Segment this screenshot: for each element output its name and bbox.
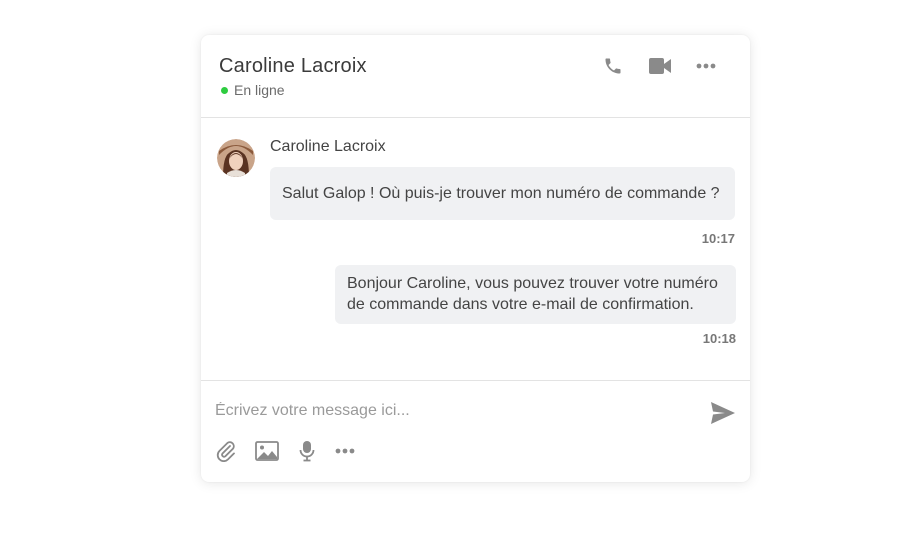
contact-name: Caroline Lacroix xyxy=(219,55,367,77)
microphone-icon xyxy=(299,441,315,462)
video-call-button[interactable] xyxy=(646,55,674,77)
status-label: En ligne xyxy=(234,82,285,98)
message-input[interactable] xyxy=(215,399,685,423)
insert-image-button[interactable] xyxy=(255,440,279,462)
message-timestamp: 10:18 xyxy=(702,331,736,346)
phone-icon xyxy=(605,58,621,74)
paperclip-icon xyxy=(216,441,235,462)
message-timestamp: 10:17 xyxy=(701,231,735,246)
send-button[interactable] xyxy=(710,401,736,425)
incoming-message-bubble: Salut Galop ! Où puis-je trouver mon num… xyxy=(270,167,735,220)
chat-window: Caroline Lacroix En ligne Caroline Lacro… xyxy=(201,35,750,482)
online-dot-icon xyxy=(221,86,228,94)
attach-file-button[interactable] xyxy=(215,440,237,462)
message-sender-name: Caroline Lacroix xyxy=(270,138,386,155)
avatar-image xyxy=(217,139,255,177)
call-button[interactable] xyxy=(599,55,627,77)
more-horizontal-icon xyxy=(696,63,716,69)
more-tools-button[interactable] xyxy=(334,440,356,462)
presence-status: En ligne xyxy=(221,82,285,98)
send-icon xyxy=(711,402,735,424)
image-icon xyxy=(255,441,279,461)
chat-header: Caroline Lacroix En ligne xyxy=(201,35,750,118)
voice-message-button[interactable] xyxy=(299,440,315,462)
more-horizontal-icon xyxy=(335,448,355,454)
message-list: Caroline Lacroix Salut Galop ! Où puis-j… xyxy=(201,118,750,380)
message-composer xyxy=(201,380,750,482)
avatar[interactable] xyxy=(217,139,255,177)
more-options-button[interactable] xyxy=(692,55,720,77)
outgoing-message-bubble: Bonjour Caroline, vous pouvez trouver vo… xyxy=(335,265,736,324)
video-camera-icon xyxy=(649,58,671,74)
